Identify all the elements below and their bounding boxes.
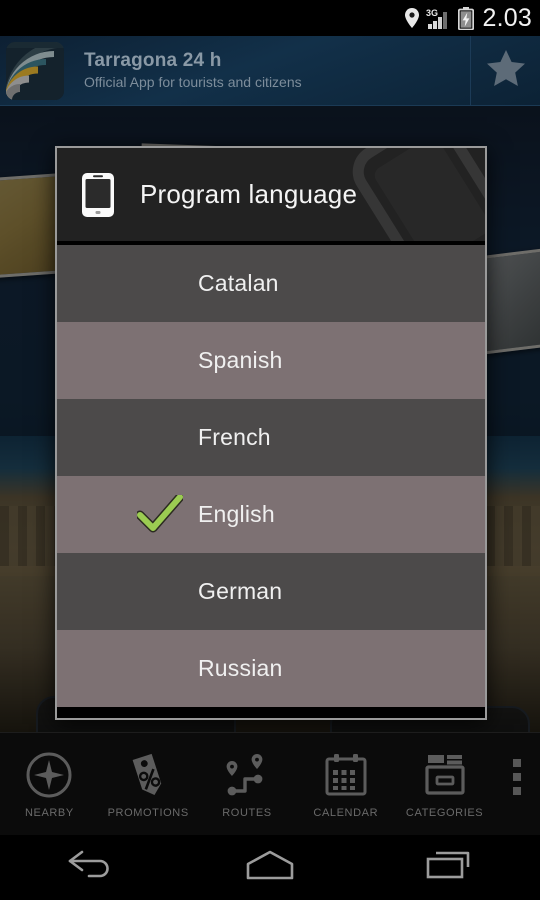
language-option-label: French: [198, 424, 271, 450]
app-header: Tarragona 24 h Official App for tourists…: [0, 35, 540, 106]
svg-text:3G: 3G: [426, 8, 438, 18]
language-option-label: Russian: [198, 655, 283, 681]
checkmark-icon: [137, 494, 183, 532]
dialog-header: Program language: [57, 148, 485, 245]
recents-button[interactable]: [360, 835, 540, 900]
battery-charging-icon: [457, 6, 474, 30]
tab-routes[interactable]: ROUTES: [198, 733, 297, 835]
language-option-catalan[interactable]: Catalan: [57, 245, 485, 322]
language-option-russian[interactable]: Russian: [57, 630, 485, 707]
discount-tag-icon: [124, 750, 172, 800]
system-navigation-bar: [0, 835, 540, 900]
language-option-german[interactable]: German: [57, 553, 485, 630]
overflow-dot: [512, 773, 521, 781]
language-option-french[interactable]: French: [57, 399, 485, 476]
home-button[interactable]: [180, 835, 360, 900]
phone-icon: [82, 172, 114, 217]
tab-label: ROUTES: [222, 806, 272, 819]
overflow-dot: [512, 787, 521, 795]
bottom-tab-bar: NEARBY PROMOTIONS ROUTES CALENDAR CATEGO…: [0, 732, 540, 835]
file-box-icon: [421, 750, 469, 800]
language-option-spanish[interactable]: Spanish: [57, 322, 485, 399]
home-icon: [240, 849, 300, 886]
dialog-footer: [57, 707, 485, 718]
app-logo[interactable]: [6, 41, 64, 100]
tab-categories[interactable]: CATEGORIES: [395, 733, 494, 835]
language-option-label: English: [198, 501, 275, 527]
language-option-english[interactable]: English: [57, 476, 485, 553]
dialog-title: Program language: [140, 179, 358, 209]
back-button[interactable]: [0, 835, 180, 900]
back-arrow-icon: [62, 848, 118, 887]
language-option-label: German: [198, 578, 283, 604]
route-pins-icon: [223, 750, 271, 800]
language-option-label: Catalan: [198, 270, 279, 296]
calendar-icon: [322, 750, 370, 800]
app-subtitle: Official App for tourists and citizens: [84, 73, 302, 90]
compass-icon: [25, 750, 73, 800]
tab-label: CATEGORIES: [405, 806, 484, 819]
overflow-dot: [512, 759, 521, 767]
status-bar-clock: 2.03: [482, 3, 532, 32]
tab-calendar[interactable]: CALENDAR: [296, 733, 395, 835]
favorite-button[interactable]: [470, 35, 540, 106]
app-title: Tarragona 24 h: [84, 49, 222, 71]
phone-screen: 3G 2.03 Tarragona 24 h Official App for …: [0, 0, 540, 900]
recents-icon: [422, 849, 478, 886]
tab-nearby[interactable]: NEARBY: [0, 733, 99, 835]
tab-promotions[interactable]: PROMOTIONS: [99, 733, 198, 835]
status-bar: 3G 2.03: [0, 0, 540, 36]
signal-3g-icon: 3G: [426, 7, 451, 29]
tab-label: PROMOTIONS: [107, 806, 189, 819]
star-icon: [486, 49, 526, 92]
overflow-menu-icon[interactable]: [494, 733, 540, 835]
tab-label: CALENDAR: [313, 806, 379, 819]
language-option-label: Spanish: [198, 347, 283, 373]
language-option-list: Catalan Spanish French English German Ru…: [57, 245, 485, 707]
tab-label: NEARBY: [24, 806, 74, 819]
location-pin-icon: [404, 8, 419, 28]
program-language-dialog: Program language Catalan Spanish French …: [55, 146, 487, 720]
app-header-texts: Tarragona 24 h Official App for tourists…: [84, 50, 470, 92]
